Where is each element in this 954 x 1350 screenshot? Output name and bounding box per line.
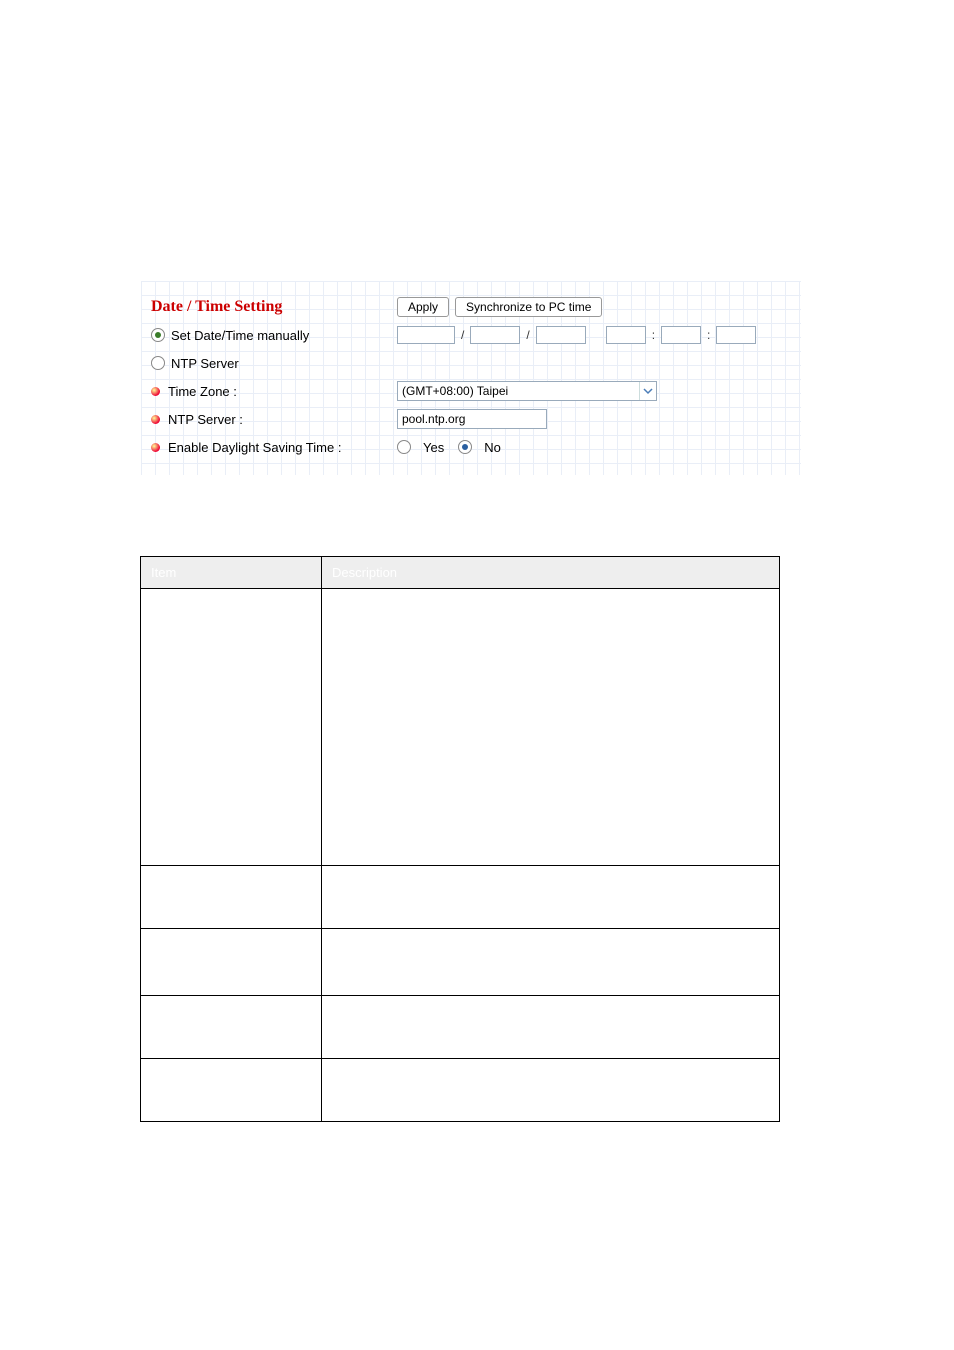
dst-no-radio[interactable] — [458, 440, 472, 454]
panel-heading: Date / Time Setting — [151, 298, 282, 316]
description-table: Item Description Set Date / Time manuall… — [140, 556, 780, 1122]
dst-yes-label: Yes — [423, 440, 444, 455]
timezone-label: Time Zone : — [168, 384, 237, 399]
timezone-select[interactable]: (GMT+08:00) Taipei — [397, 381, 657, 401]
second-input[interactable] — [716, 326, 756, 344]
apply-button[interactable]: Apply — [397, 297, 449, 317]
mode-manual-label: Set Date/Time manually — [171, 328, 309, 343]
mode-ntp-radio[interactable] — [151, 356, 165, 370]
sync-pc-button[interactable]: Synchronize to PC time — [455, 297, 602, 317]
hour-input[interactable] — [606, 326, 646, 344]
mode-ntp-label: NTP Server — [171, 356, 239, 371]
time-separator: : — [652, 328, 655, 342]
bullet-icon — [151, 387, 160, 396]
month-input[interactable] — [470, 326, 520, 344]
date-time-panel: Date / Time Setting Apply Synchronize to… — [140, 280, 802, 476]
day-input[interactable] — [536, 326, 586, 344]
table-head-item: Item — [141, 557, 322, 589]
table-row: Time Zone Select the time zone of your r… — [141, 929, 780, 996]
bullet-icon — [151, 443, 160, 452]
time-separator: : — [707, 328, 710, 342]
dst-label: Enable Daylight Saving Time : — [168, 440, 341, 455]
dst-no-label: No — [484, 440, 501, 455]
table-head-desc: Description — [322, 557, 780, 589]
timezone-value: (GMT+08:00) Taipei — [398, 384, 508, 398]
after-table-note: Click 'Apply' button to save changes you… — [140, 1132, 780, 1147]
ntp-server-label: NTP Server : — [168, 412, 243, 427]
year-input[interactable] — [397, 326, 455, 344]
ntp-server-input[interactable] — [397, 409, 547, 429]
table-row: NTP Server Select this button and this I… — [141, 866, 780, 929]
dst-yes-radio[interactable] — [397, 440, 411, 454]
bullet-icon — [151, 415, 160, 424]
table-row: Set Date / Time manually Click this butt… — [141, 589, 780, 866]
minute-input[interactable] — [661, 326, 701, 344]
mode-manual-radio[interactable] — [151, 328, 165, 342]
table-row: NTP Server Input the 'IP' address or hos… — [141, 996, 780, 1059]
chevron-down-icon — [639, 382, 656, 400]
date-separator: / — [461, 328, 464, 342]
date-separator: / — [526, 328, 529, 342]
table-row: Enable Daylight Saving Time If you need … — [141, 1059, 780, 1122]
